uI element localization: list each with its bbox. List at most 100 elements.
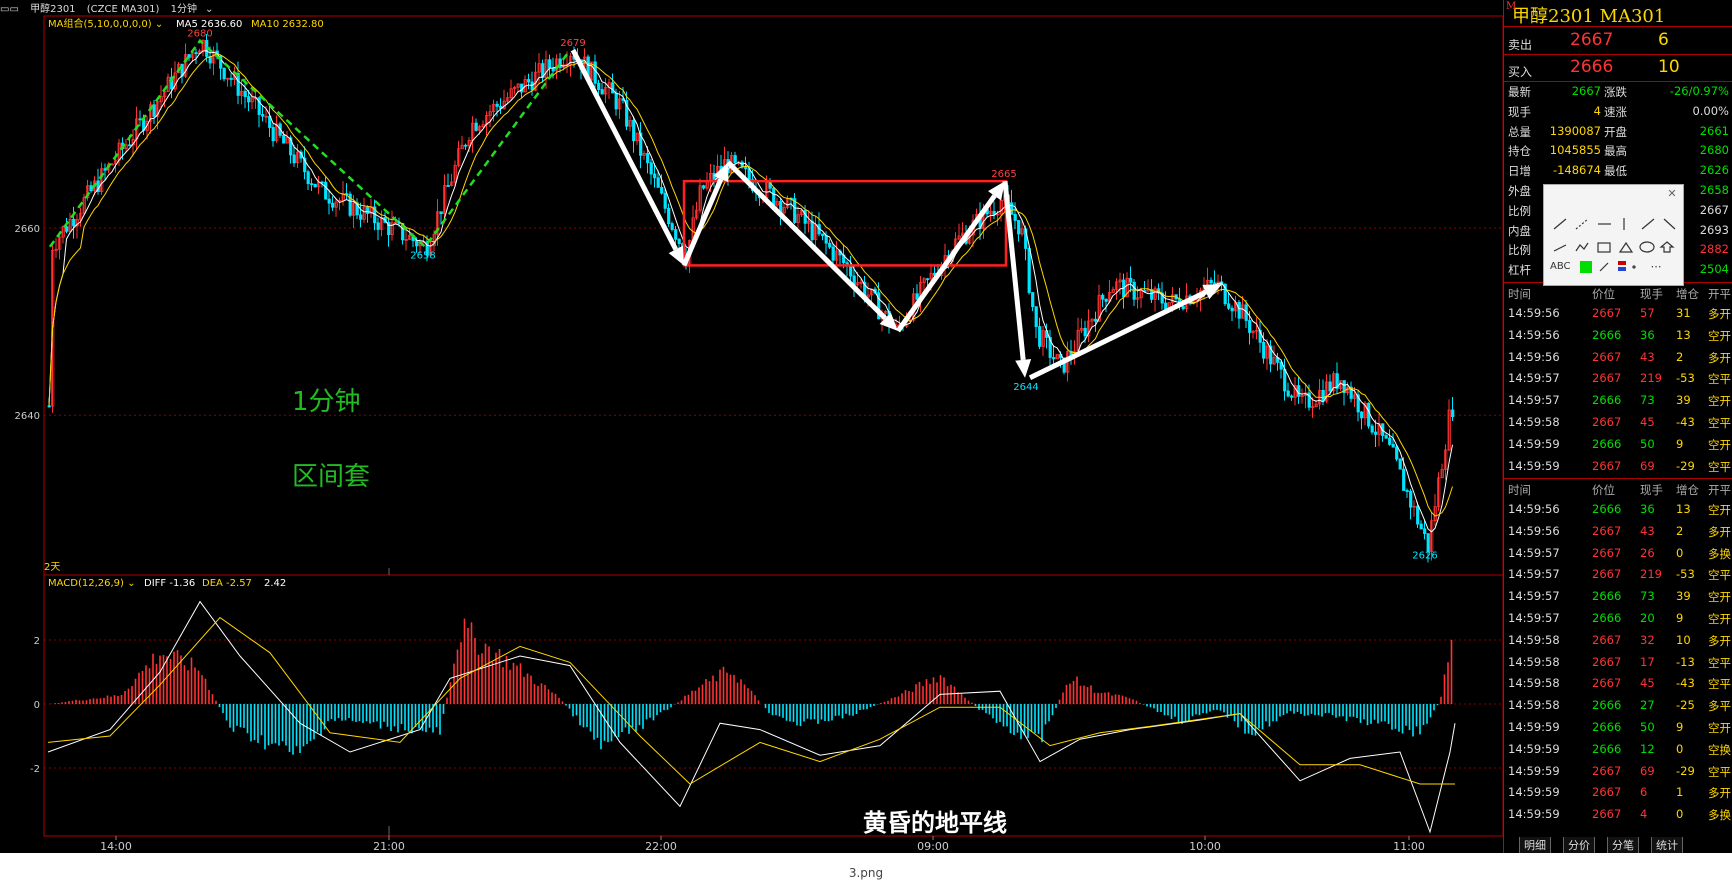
tick-cell: 9 [1676, 436, 1684, 451]
candle-body [236, 73, 240, 96]
candle-body [653, 173, 657, 179]
tick-row[interactable]: 14:59:58 2667 17 -13 空平 [1508, 653, 1731, 673]
chart-area[interactable]: 2660 2640 2 0 -2 14:00 21:00 22:00 09:00 10:00 11:… [0, 0, 1503, 853]
tick-cell: 多开 [1708, 524, 1731, 539]
tick-cell: 2666 [1592, 327, 1622, 342]
text-tool-icon[interactable]: ABC [1550, 259, 1571, 275]
tick-cell: 39 [1676, 589, 1691, 604]
candle-body [1230, 307, 1234, 312]
color-picker-icon[interactable] [1580, 261, 1592, 273]
stat-label: 比例 [1508, 243, 1531, 258]
tab-1[interactable]: 分价 [1563, 837, 1595, 854]
tick-cell: 14:59:57 [1508, 611, 1560, 625]
stat-value: 2504 [1699, 262, 1729, 277]
candle-body [474, 122, 478, 131]
tick-row[interactable]: 14:59:58 2667 32 10 多开 [1508, 631, 1731, 651]
tick-cell: 2667 [1592, 763, 1622, 778]
tick-cell: 14:59:57 [1508, 545, 1560, 560]
sell-row[interactable]: 卖出 2667 6 [1508, 30, 1731, 54]
tick-cell: 14:59:59 [1508, 720, 1560, 734]
buy-row[interactable]: 买入 2666 10 [1508, 57, 1731, 81]
tick-row[interactable]: 14:59:57 2667 219 -53 空平 [1508, 369, 1731, 389]
tick-row[interactable]: 14:59:59 2666 12 0 空换 [1508, 740, 1731, 760]
tick-cell: 73 [1640, 393, 1655, 408]
tick-cell: -25 [1676, 698, 1695, 713]
candle-body [1262, 341, 1266, 359]
tick-row[interactable]: 14:59:59 2667 69 -29 空平 [1508, 457, 1731, 477]
tick-cell: -13 [1676, 654, 1695, 669]
tick-row[interactable]: 14:59:56 2666 36 13 空开 [1508, 326, 1731, 346]
arrow-down-tool-icon[interactable] [1663, 218, 1676, 230]
more-tools-icon[interactable] [1632, 265, 1636, 269]
candle-body [527, 79, 531, 83]
candle-body [247, 96, 251, 103]
rect-tool-icon[interactable] [1597, 242, 1611, 253]
up-arrow-tool-icon[interactable] [1659, 241, 1675, 253]
tick-row[interactable]: 14:59:57 2667 26 0 多换 [1508, 544, 1731, 564]
tab-0[interactable]: 明细 [1519, 837, 1551, 854]
parallel-tool-icon[interactable] [1553, 244, 1567, 252]
trend-arrow-shaft [570, 48, 678, 251]
stat-value: 2680 [1699, 143, 1729, 158]
candle-body [222, 67, 226, 80]
tick-row[interactable]: 14:59:59 2666 50 9 空开 [1508, 718, 1731, 738]
tick-row[interactable]: 14:59:58 2667 45 -43 空平 [1508, 674, 1731, 694]
tick-cell: 空平 [1708, 459, 1731, 474]
stat-value: 2626 [1699, 163, 1729, 178]
tick-cell: 14:59:59 [1508, 458, 1560, 473]
zigzag-tool-icon[interactable] [1575, 242, 1589, 252]
tick-cell: -53 [1676, 371, 1695, 386]
candle-body [1388, 437, 1392, 445]
tick-row[interactable]: 14:59:58 2667 45 -43 空平 [1508, 413, 1731, 433]
sell-volume: 6 [1658, 30, 1669, 50]
ellipsis-icon[interactable]: ⋯ [1647, 259, 1665, 275]
tick-row[interactable]: 14:59:58 2666 27 -25 多平 [1508, 696, 1731, 716]
candle-body [1209, 279, 1213, 284]
arrow-line-tool-icon[interactable] [1641, 218, 1655, 230]
tick-cell: 13 [1676, 327, 1691, 342]
note-range: 区间套 [292, 462, 370, 492]
tick-row[interactable]: 14:59:59 2667 69 -29 空平 [1508, 762, 1731, 782]
tick-row[interactable]: 14:59:57 2667 219 -53 空平 [1508, 565, 1731, 585]
eraser-tool-icon[interactable] [1599, 262, 1609, 272]
triangle-tool-icon[interactable] [1618, 241, 1634, 253]
tick-cell: 50 [1640, 436, 1655, 451]
tick-cell: 36 [1640, 502, 1655, 516]
tick-row[interactable]: 14:59:56 2667 57 31 多开 [1508, 304, 1731, 324]
tick-cell: 219 [1640, 567, 1662, 582]
ellipse-tool-icon[interactable] [1639, 241, 1655, 253]
tick-cell: 空换 [1708, 742, 1731, 757]
sell-price: 2667 [1570, 30, 1614, 50]
tick-cell: 2667 [1592, 676, 1622, 691]
tick-row[interactable]: 14:59:59 2666 50 9 空开 [1508, 435, 1731, 455]
days-label: 2天 [44, 562, 60, 573]
candle-body [1237, 301, 1241, 319]
tick-row[interactable]: 14:59:56 2667 43 2 多开 [1508, 522, 1731, 542]
stat-row: 日增 -148674 最低 2626 [1508, 163, 1729, 181]
line-tool-icon[interactable] [1553, 218, 1567, 230]
tick-row[interactable]: 14:59:56 2666 36 13 空开 [1508, 500, 1731, 520]
candle-body [1395, 446, 1399, 460]
tick-row[interactable]: 14:59:57 2666 20 9 空开 [1508, 609, 1731, 629]
tick-row[interactable]: 14:59:56 2667 43 2 多开 [1508, 348, 1731, 368]
tab-2[interactable]: 分笔 [1607, 837, 1639, 854]
tab-3[interactable]: 统计 [1651, 837, 1683, 854]
ray-tool-icon[interactable] [1575, 218, 1589, 230]
ma5-line [48, 50, 1453, 533]
candle-body [366, 206, 370, 214]
stat-value: -148674 [1552, 163, 1601, 178]
tick-cell: 14:59:57 [1508, 567, 1560, 582]
tick-row[interactable]: 14:59:57 2666 73 39 空开 [1508, 587, 1731, 607]
tick-row[interactable]: 14:59:57 2666 73 39 空开 [1508, 391, 1731, 411]
tick-cell: 6 [1640, 785, 1648, 800]
tick-cell: -29 [1676, 458, 1695, 473]
candle-body [194, 52, 198, 55]
tick-row[interactable]: 14:59:59 2667 4 0 多换 [1508, 805, 1731, 825]
candle-body [744, 166, 748, 170]
tick-header-cell: 价位 [1592, 287, 1615, 301]
candle-body [1290, 395, 1294, 398]
candle-body [824, 235, 828, 244]
quote-title: M 甲醇2301 MA301 [1506, 1, 1665, 28]
flag-tool-icon[interactable] [1618, 261, 1626, 265]
tick-row[interactable]: 14:59:59 2667 6 1 多开 [1508, 783, 1731, 803]
